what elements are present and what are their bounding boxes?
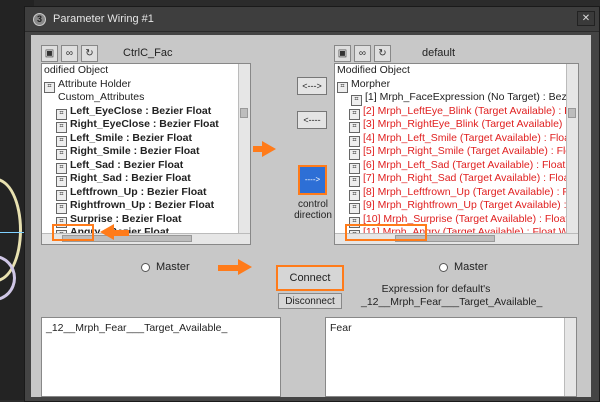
tree-item-label: Right_Smile : Bezier Float	[70, 145, 200, 157]
tree-item-label: [3] Mrph_RightEye_Blink (Target Availabl…	[363, 118, 578, 130]
title-bar: 3 Parameter Wiring #1	[25, 7, 599, 32]
tree-item-label: Morpher	[351, 77, 391, 90]
left-direction-button[interactable]: <----	[297, 111, 327, 129]
radio-icon	[141, 262, 150, 272]
left-toolbar: ▣ ∞ ↻ CtrlC_Fac	[41, 43, 173, 63]
tree-item-label: Custom_Attributes	[58, 91, 145, 103]
tree-item[interactable]: ⌗ [10] Mrph_Surprise (Target Available) :…	[335, 212, 579, 228]
window-title: Parameter Wiring #1	[53, 13, 154, 25]
folder-icon[interactable]: ▣	[334, 44, 351, 62]
tree-item-label: Left_Sad : Bezier Float	[70, 158, 184, 171]
right-vertical-scrollbar[interactable]	[566, 64, 578, 244]
tree-item[interactable]: ⌗ [8] Mrph_Leftfrown_Up (Target Available…	[335, 185, 578, 201]
right-expression-box[interactable]: Fear	[325, 317, 577, 397]
tree-item[interactable]: ⌗ [1] Mrph_FaceExpression (No Target) : B…	[335, 91, 579, 106]
tree-item[interactable]: ⌗ Right_Smile : Bezier Float	[42, 145, 250, 160]
connect-button[interactable]: Connect	[276, 265, 344, 291]
tree-item-label: Modified Object	[337, 64, 410, 76]
refresh-icon[interactable]: ↻	[81, 44, 98, 62]
tree-item[interactable]: ⌗ Left_Smile : Bezier Float	[42, 131, 250, 147]
tree-item-label: Left_Smile : Bezier Float	[70, 131, 192, 144]
tree-item-label: [7] Mrph_Right_Sad (Target Available) : …	[363, 172, 579, 184]
refresh-icon[interactable]: ↻	[374, 44, 391, 62]
tree-item[interactable]: ⌗ [2] Mrph_LeftEye_Blink (Target Availabl…	[335, 104, 578, 120]
annotation-arrow	[218, 265, 238, 271]
annotation-arrow	[113, 230, 129, 236]
tree-item-label: Right_Sad : Bezier Float	[70, 172, 191, 184]
tree-item-label: Right_EyeClose : Bezier Float	[70, 118, 219, 130]
tree-item-label: [2] Mrph_LeftEye_Blink (Target Available…	[363, 104, 578, 117]
tree-item[interactable]: ⌗ [4] Mrph_Left_Smile (Target Available) …	[335, 131, 579, 147]
right-master-radio[interactable]: Master	[439, 261, 488, 273]
tree-item[interactable]: ⌗ Right_EyeClose : Bezier Float	[42, 118, 250, 133]
right-direction-button[interactable]: ---->	[298, 165, 327, 195]
tree-item[interactable]: ⌗ [5] Mrph_Right_Smile (Target Available)…	[335, 145, 578, 160]
tree-item-label: Surprise : Bezier Float	[70, 212, 182, 225]
annotation-arrow	[100, 224, 114, 240]
parameter-wiring-window: 3 Parameter Wiring #1 ✕ ▣ ∞ ↻ CtrlC_Fac …	[24, 6, 600, 402]
tree-item[interactable]: ⌗ [7] Mrph_Right_Sad (Target Available) :…	[335, 172, 579, 187]
tree-item-label: Left_EyeClose : Bezier Float	[70, 104, 212, 117]
tree-item-label: [8] Mrph_Leftfrown_Up (Target Available)…	[363, 185, 578, 198]
annotation-arrow	[262, 141, 276, 157]
tree-item[interactable]: ⌗ Leftfrown_Up : Bezier Float	[42, 185, 250, 201]
left-master-label: Master	[156, 261, 190, 273]
tree-item[interactable]: ⌗ Rightfrown_Up : Bezier Float	[42, 199, 250, 214]
right-tree-view[interactable]: Modified Object ⌗ Morpher ⌗ [1] Mrph_FaceExp…	[334, 63, 579, 245]
tree-item[interactable]: Custom_Attributes	[42, 91, 250, 105]
left-object-label: CtrlC_Fac	[123, 47, 173, 59]
folder-icon[interactable]: ▣	[41, 44, 58, 62]
tree-item[interactable]: ⌗ [6] Mrph_Left_Sad (Target Available) : …	[335, 158, 579, 174]
tree-item-label: [9] Mrph_Rightfrown_Up (Target Available…	[363, 199, 578, 211]
bidirectional-button[interactable]: <--->	[297, 77, 327, 95]
tree-item[interactable]: ⌗ [9] Mrph_Rightfrown_Up (Target Availabl…	[335, 199, 578, 214]
left-horizontal-scrollbar[interactable]	[42, 233, 250, 244]
tree-item[interactable]: ⌗ [3] Mrph_RightEye_Blink (Target Availab…	[335, 118, 578, 133]
tree-item[interactable]: ⌗ Left_EyeClose : Bezier Float	[42, 104, 250, 120]
tree-item-label: [5] Mrph_Right_Smile (Target Available) …	[363, 145, 578, 157]
right-object-label: default	[422, 47, 456, 59]
tree-item-label: [4] Mrph_Left_Smile (Target Available) :…	[363, 131, 579, 144]
dialog-content: ▣ ∞ ↻ CtrlC_Fac odified Object ⌗ Attribute…	[31, 35, 591, 397]
tree-item-label: [1] Mrph_FaceExpression (No Target) : Be…	[365, 91, 579, 103]
binoculars-icon[interactable]: ∞	[61, 44, 78, 62]
tree-item-label: [10] Mrph_Surprise (Target Available) : …	[363, 212, 579, 225]
left-expression-box[interactable]: _12__Mrph_Fear___Target_Available_	[41, 317, 281, 397]
tree-item-label: odified Object	[44, 64, 109, 76]
control-direction-label: control direction	[294, 199, 332, 221]
right-master-label: Master	[454, 261, 488, 273]
close-button[interactable]: ✕	[577, 11, 595, 26]
tree-item-label: Rightfrown_Up : Bezier Float	[70, 199, 215, 211]
expression-label: Expression for default's _12__Mrph_Fear_…	[361, 283, 543, 308]
binoculars-icon[interactable]: ∞	[354, 44, 371, 62]
expression-scrollbar[interactable]	[564, 318, 576, 396]
tree-item[interactable]: ⌗ Attribute Holder	[42, 77, 250, 93]
right-toolbar: ▣ ∞ ↻ default	[334, 43, 455, 63]
left-expression-text: _12__Mrph_Fear___Target_Available_	[46, 322, 228, 334]
tree-item[interactable]: odified Object	[42, 64, 250, 78]
tree-item-label: Leftfrown_Up : Bezier Float	[70, 185, 207, 198]
tree-item-label: Attribute Holder	[58, 77, 131, 90]
tree-item[interactable]: ⌗ Surprise : Bezier Float	[42, 212, 250, 228]
left-tree-view[interactable]: odified Object ⌗ Attribute Holder Custom_At…	[41, 63, 251, 245]
app-icon: 3	[33, 12, 46, 26]
disconnect-button[interactable]: Disconnect	[278, 293, 342, 309]
left-vertical-scrollbar[interactable]	[238, 64, 250, 244]
radio-icon	[439, 262, 448, 272]
tree-item[interactable]: ⌗ Morpher	[335, 77, 578, 93]
tree-item[interactable]: Modified Object	[335, 64, 578, 78]
tree-item[interactable]: ⌗ Left_Sad : Bezier Float	[42, 158, 250, 174]
tree-item-label: [6] Mrph_Left_Sad (Target Available) : F…	[363, 158, 579, 171]
right-horizontal-scrollbar[interactable]	[335, 233, 578, 244]
right-expression-text: Fear	[330, 322, 352, 334]
left-master-radio[interactable]: Master	[141, 261, 190, 273]
annotation-arrow	[238, 259, 252, 275]
tree-item[interactable]: ⌗ Right_Sad : Bezier Float	[42, 172, 250, 187]
